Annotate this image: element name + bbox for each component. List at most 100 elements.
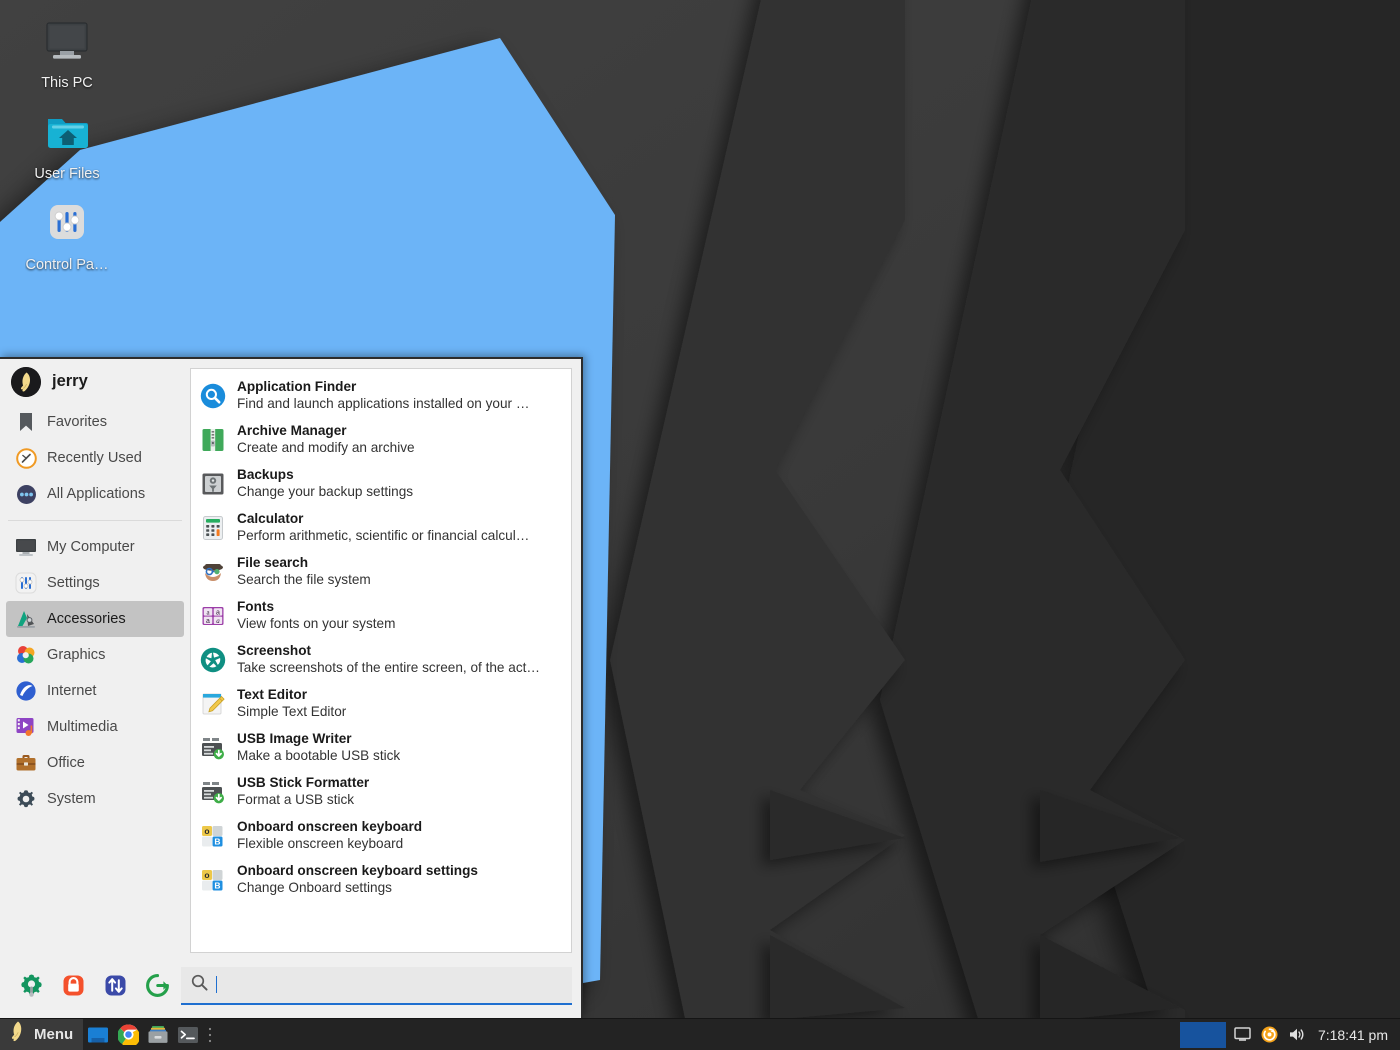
text-editor-icon [199,690,227,718]
menu-feather-icon [6,1020,28,1049]
sidebar-item-graphics[interactable]: Graphics [6,637,184,673]
app-name: Onboard onscreen keyboard [237,819,423,835]
sidebar-item-favorites[interactable]: Favorites [6,404,184,440]
list-item[interactable]: Screenshot Take screenshots of the entir… [191,638,571,682]
logout-icon[interactable] [144,973,170,999]
list-item[interactable]: File search Search the file system [191,550,571,594]
sidebar-item-accessories[interactable]: Accessories [6,601,184,637]
app-desc: Make a bootable USB stick [237,748,401,763]
list-item-text: USB Stick Formatter Format a USB stick [237,775,369,808]
avatar [11,366,41,397]
list-item[interactable]: Calculator Perform arithmetic, scientifi… [191,506,571,550]
sidebar-item-recently-used[interactable]: Recently Used [6,440,184,476]
computer-icon [41,16,93,68]
settings-icon [15,572,37,594]
sidebar-item-system[interactable]: System [6,781,184,817]
app-desc: Search the file system [237,572,371,587]
file-manager-icon[interactable] [143,1019,173,1050]
svg-text:B: B [214,881,220,891]
sidebar-separator [8,520,182,521]
internet-icon [15,680,37,702]
list-item[interactable]: USB Image Writer Make a bootable USB sti… [191,726,571,770]
search-box[interactable] [181,966,572,1005]
list-item[interactable]: Text Editor Simple Text Editor [191,682,571,726]
list-item[interactable]: Archive Manager Create and modify an arc… [191,418,571,462]
sidebar-item-label: System [47,791,96,807]
sidebar-item-all-applications[interactable]: All Applications [6,476,184,512]
sidebar-item-office[interactable]: Office [6,745,184,781]
computer-icon [15,536,37,558]
user-row[interactable]: jerry [0,359,190,404]
sidebar-item-label: Internet [47,683,97,699]
svg-text:a: a [216,617,220,625]
app-desc: Format a USB stick [237,792,355,807]
archive-manager-icon [199,426,227,454]
preferences-icon[interactable] [18,973,44,999]
app-name: Calculator [237,511,304,527]
chrome-icon[interactable] [113,1019,143,1050]
workspace-switcher[interactable] [1179,1021,1226,1048]
terminal-icon[interactable] [173,1019,203,1050]
app-name: Text Editor [237,687,307,703]
sidebar-item-label: Favorites [47,414,108,430]
search-caret [216,976,217,993]
desktop-icon-label: This PC [41,75,93,91]
update-manager-icon[interactable] [1261,1026,1279,1044]
list-item[interactable]: Backups Change your backup settings [191,462,571,506]
app-desc: Flexible onscreen keyboard [237,836,404,851]
volume-icon[interactable] [1288,1026,1306,1044]
menu-bottom-bar [0,962,581,1018]
search-icon [191,974,208,996]
desktop-icon-label: Control Pa… [25,257,109,273]
grip-handle-icon[interactable] [203,1019,217,1050]
taskbar: Menu 7:18:41 pm [0,1018,1400,1050]
sidebar-item-my-computer[interactable]: My Computer [6,529,184,565]
clock[interactable]: 7:18:41 pm [1314,1027,1400,1043]
svg-text:a: a [206,618,210,626]
svg-text:B: B [214,837,220,847]
app-finder-icon [199,382,227,410]
switch-user-icon[interactable] [102,973,128,999]
desktop-icon-user-files[interactable]: User Files [0,91,134,182]
list-item-text: Onboard onscreen keyboard settings Chang… [237,863,478,896]
menu-button[interactable]: Menu [0,1018,84,1050]
username: jerry [52,372,88,390]
app-name: USB Stick Formatter [237,775,370,791]
sidebar-item-settings[interactable]: Settings [6,565,184,601]
svg-text:a: a [216,609,220,616]
show-desktop-icon[interactable] [83,1019,113,1050]
quick-actions [0,973,181,999]
application-list[interactable]: Application Finder Find and launch appli… [190,368,572,953]
sidebar-item-label: Multimedia [47,719,118,735]
application-list-container: Application Finder Find and launch appli… [190,359,581,962]
desktop-icon-control-panel[interactable]: Control Pa… [0,182,134,273]
accessories-icon [15,608,37,630]
app-desc: Create and modify an archive [237,440,415,455]
list-item[interactable]: o B Onboard onscreen keyboard settings C… [191,858,571,902]
graphics-icon [15,644,37,666]
usb-stick-formatter-icon [199,778,227,806]
list-item-text: Archive Manager Create and modify an arc… [237,423,415,456]
screenshot-icon [199,646,227,674]
calculator-icon [199,514,227,542]
app-desc: Perform arithmetic, scientific or financ… [237,528,530,543]
app-name: File search [237,555,309,571]
list-item[interactable]: a a a a Fonts View fonts on your system [191,594,571,638]
list-item[interactable]: Application Finder Find and launch appli… [191,374,571,418]
search-input[interactable] [225,976,562,993]
app-desc: Find and launch applications installed o… [237,396,530,411]
list-item[interactable]: USB Stick Formatter Format a USB stick [191,770,571,814]
sidebar-item-multimedia[interactable]: Multimedia [6,709,184,745]
file-search-icon [199,558,227,586]
list-item-text: Backups Change your backup settings [237,467,413,500]
lock-screen-icon[interactable] [60,973,86,999]
menu-button-label: Menu [34,1026,74,1043]
workspace-1[interactable] [1179,1021,1226,1048]
list-item[interactable]: o B Onboard onscreen keyboard Flexible o… [191,814,571,858]
desktop-icon-area: This PC User Files Control Pa… [0,0,140,273]
multimedia-icon [15,716,37,738]
desktop-icon-this-pc[interactable]: This PC [0,0,134,91]
display-icon[interactable] [1234,1026,1252,1044]
sidebar-item-internet[interactable]: Internet [6,673,184,709]
list-item-text: Text Editor Simple Text Editor [237,687,346,720]
